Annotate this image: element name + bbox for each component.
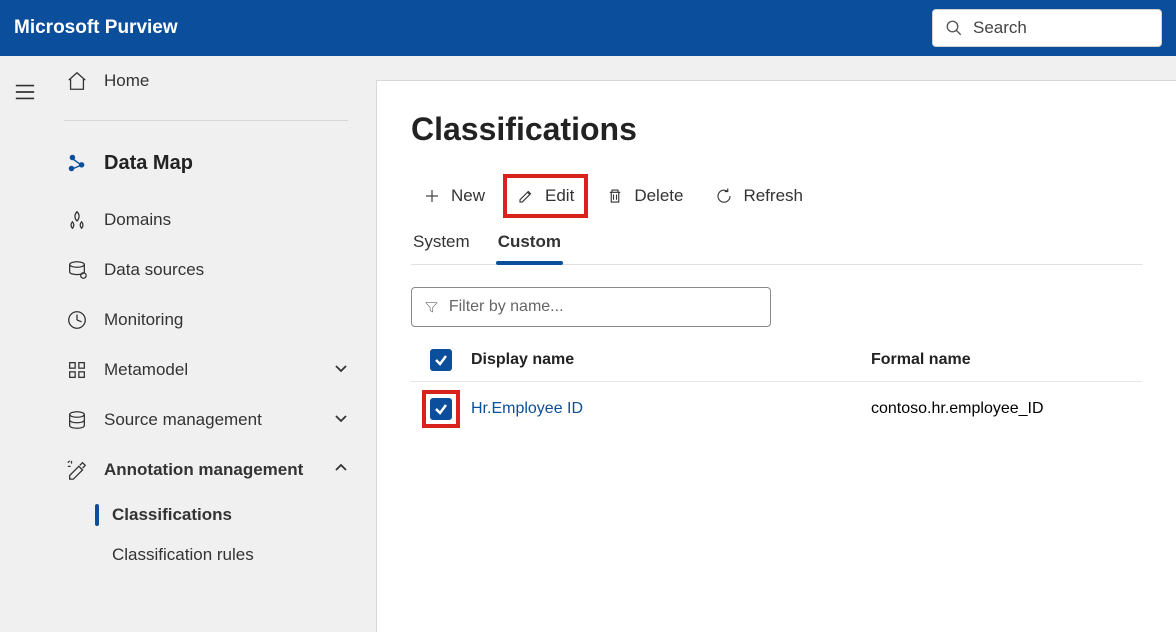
annotation-icon	[64, 457, 90, 483]
toolbar: New Edit Delete Refresh	[411, 176, 1142, 216]
sidebar: Home Data Map Domains Data sources Monit…	[50, 56, 376, 632]
page-title: Classifications	[411, 111, 1142, 148]
select-all-checkbox[interactable]	[430, 349, 452, 371]
chevron-down-icon	[334, 360, 348, 380]
sidebar-item-label: Metamodel	[104, 360, 188, 380]
row-display-name[interactable]: Hr.Employee ID	[471, 400, 871, 418]
sidebar-item-label: Data sources	[104, 260, 204, 280]
filter-box[interactable]	[411, 287, 771, 327]
delete-button[interactable]: Delete	[594, 176, 695, 216]
header-display-name[interactable]: Display name	[471, 351, 871, 369]
sidebar-item-label: Source management	[104, 410, 262, 430]
search-input[interactable]	[973, 18, 1149, 38]
row-formal-name: contoso.hr.employee_ID	[871, 400, 1142, 418]
metamodel-icon	[64, 357, 90, 383]
brand-title: Microsoft Purview	[14, 17, 178, 39]
sidebar-item-datasources[interactable]: Data sources	[50, 245, 366, 295]
search-icon	[945, 19, 963, 37]
refresh-button[interactable]: Refresh	[703, 176, 815, 216]
check-icon	[434, 353, 448, 367]
tabs: System Custom	[411, 222, 1142, 265]
sidebar-item-label: Monitoring	[104, 310, 183, 330]
main-content: Classifications New Edit Delete Refresh …	[376, 80, 1176, 632]
datamap-icon	[64, 150, 90, 176]
sidebar-section-label: Data Map	[104, 152, 193, 175]
domains-icon	[64, 207, 90, 233]
check-icon	[434, 402, 448, 416]
sidebar-home-label: Home	[104, 71, 149, 91]
sidebar-sub-label: Classification rules	[112, 545, 254, 565]
chevron-down-icon	[334, 410, 348, 430]
sidebar-item-label: Annotation management	[104, 460, 303, 480]
hamburger-menu[interactable]	[9, 76, 41, 108]
new-button[interactable]: New	[411, 176, 497, 216]
datasources-icon	[64, 257, 90, 283]
filter-input[interactable]	[449, 298, 758, 316]
table-header: Display name Formal name	[411, 349, 1142, 382]
left-rail	[0, 56, 50, 632]
sourcemanagement-icon	[64, 407, 90, 433]
search-box[interactable]	[932, 9, 1162, 47]
sidebar-item-domains[interactable]: Domains	[50, 195, 366, 245]
sidebar-item-annotation[interactable]: Annotation management	[50, 445, 366, 495]
new-label: New	[451, 186, 485, 206]
refresh-label: Refresh	[743, 186, 803, 206]
delete-label: Delete	[634, 186, 683, 206]
sidebar-item-label: Domains	[104, 210, 171, 230]
sidebar-section-datamap[interactable]: Data Map	[50, 131, 366, 195]
sidebar-sub-classificationrules[interactable]: Classification rules	[50, 535, 366, 575]
edit-label: Edit	[545, 186, 574, 206]
monitoring-icon	[64, 307, 90, 333]
sidebar-sub-label: Classifications	[112, 505, 232, 525]
sidebar-sub-classifications[interactable]: Classifications	[50, 495, 366, 535]
refresh-icon	[715, 187, 733, 205]
filter-icon	[424, 299, 439, 315]
tab-custom[interactable]: Custom	[496, 222, 563, 264]
plus-icon	[423, 187, 441, 205]
top-bar: Microsoft Purview	[0, 0, 1176, 56]
table-row: Hr.Employee ID contoso.hr.employee_ID	[411, 382, 1142, 436]
sidebar-home[interactable]: Home	[50, 56, 366, 106]
sidebar-item-monitoring[interactable]: Monitoring	[50, 295, 366, 345]
tab-system[interactable]: System	[411, 222, 472, 264]
sidebar-item-sourcemanagement[interactable]: Source management	[50, 395, 366, 445]
edit-button[interactable]: Edit	[505, 176, 586, 216]
chevron-up-icon	[334, 460, 348, 480]
pencil-icon	[517, 187, 535, 205]
home-icon	[64, 68, 90, 94]
row-checkbox[interactable]	[430, 398, 452, 420]
sidebar-divider	[64, 120, 348, 121]
trash-icon	[606, 187, 624, 205]
header-formal-name[interactable]: Formal name	[871, 351, 1142, 369]
sidebar-item-metamodel[interactable]: Metamodel	[50, 345, 366, 395]
